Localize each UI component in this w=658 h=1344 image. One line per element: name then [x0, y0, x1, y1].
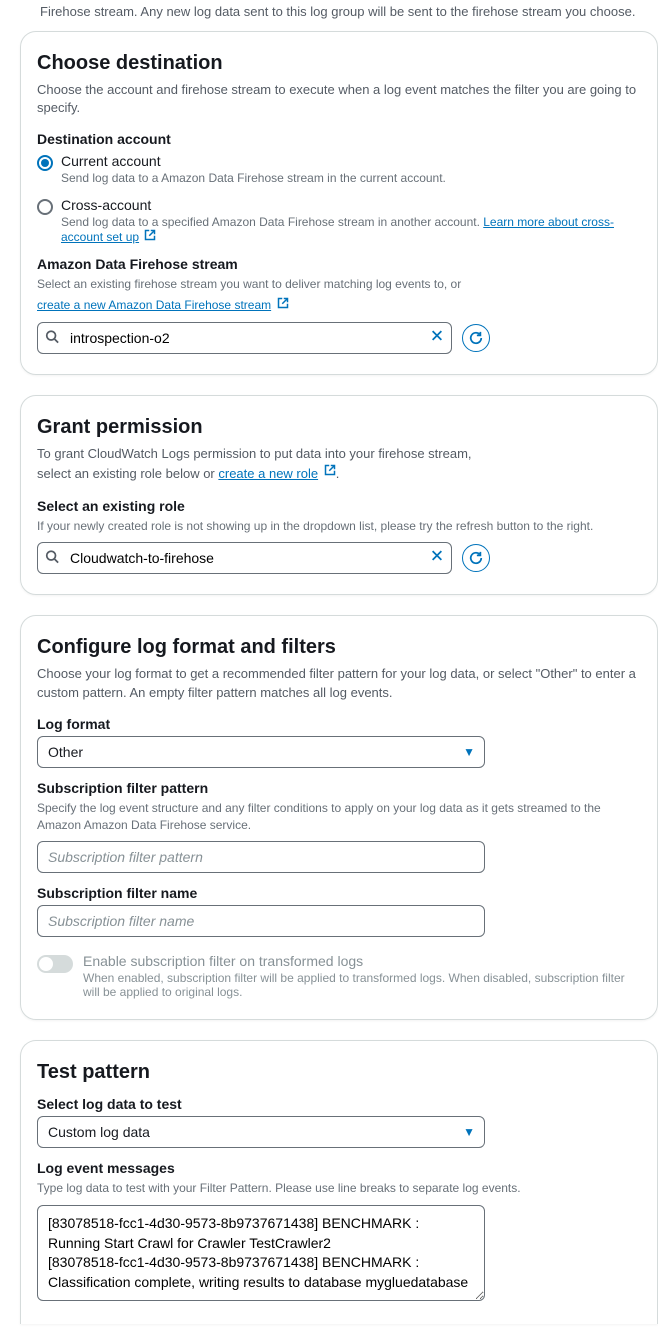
filter-pattern-hint: Specify the log event structure and any … [37, 800, 641, 834]
external-link-icon [144, 229, 156, 244]
refresh-icon [469, 551, 483, 565]
refresh-icon [469, 331, 483, 345]
configure-title: Configure log format and filters [37, 636, 641, 659]
create-firehose-stream-link[interactable]: create a new Amazon Data Firehose stream [37, 297, 271, 314]
enable-transformed-label: Enable subscription filter on transforme… [83, 953, 641, 969]
filter-name-label: Subscription filter name [37, 885, 641, 901]
enable-transformed-toggle[interactable] [37, 955, 73, 973]
radio-cross-account-label: Cross-account [61, 197, 641, 213]
select-role-label: Select an existing role [37, 498, 641, 514]
grant-permission-panel: Grant permission To grant CloudWatch Log… [20, 395, 658, 595]
log-event-messages-hint: Type log data to test with your Filter P… [37, 1180, 641, 1197]
radio-current-account-desc: Send log data to a Amazon Data Firehose … [61, 171, 446, 185]
filter-pattern-label: Subscription filter pattern [37, 780, 641, 796]
firehose-stream-label: Amazon Data Firehose stream [37, 256, 641, 272]
radio-cross-account-button[interactable] [37, 199, 53, 215]
radio-cross-account[interactable]: Cross-account Send log data to a specifi… [37, 197, 641, 244]
select-log-data-select[interactable]: Custom log data ▼ [37, 1116, 485, 1148]
clear-icon[interactable] [430, 328, 444, 347]
refresh-role-button[interactable] [462, 544, 490, 572]
log-event-messages-textarea[interactable] [37, 1205, 485, 1301]
filter-pattern-input[interactable] [37, 841, 485, 873]
select-role-hint: If your newly created role is not showin… [37, 518, 641, 535]
firehose-stream-hint: Select an existing firehose stream you w… [37, 276, 641, 314]
radio-current-account-label: Current account [61, 153, 446, 169]
chevron-down-icon: ▼ [463, 745, 475, 759]
role-input[interactable] [37, 542, 452, 574]
clear-icon[interactable] [430, 549, 444, 568]
create-new-role-link[interactable]: create a new role [218, 466, 318, 481]
destination-account-radio-group: Current account Send log data to a Amazo… [37, 153, 641, 244]
grant-permission-desc: To grant CloudWatch Logs permission to p… [37, 445, 487, 484]
enable-transformed-desc: When enabled, subscription filter will b… [83, 971, 641, 999]
test-pattern-panel: Test pattern Select log data to test Cus… [20, 1040, 658, 1324]
choose-destination-desc: Choose the account and firehose stream t… [37, 81, 641, 117]
radio-current-account-button[interactable] [37, 155, 53, 171]
destination-account-label: Destination account [37, 131, 641, 147]
external-link-icon [277, 297, 289, 314]
refresh-stream-button[interactable] [462, 324, 490, 352]
external-link-icon [324, 463, 336, 481]
log-format-label: Log format [37, 716, 641, 732]
configure-desc: Choose your log format to get a recommen… [37, 665, 641, 701]
role-input-wrapper [37, 542, 452, 574]
truncated-intro-text: Firehose stream. Any new log data sent t… [20, 0, 658, 31]
radio-current-account[interactable]: Current account Send log data to a Amazo… [37, 153, 641, 185]
select-log-data-label: Select log data to test [37, 1096, 641, 1112]
choose-destination-panel: Choose destination Choose the account an… [20, 31, 658, 375]
firehose-stream-input[interactable] [37, 322, 452, 354]
log-event-messages-label: Log event messages [37, 1160, 641, 1176]
firehose-stream-input-wrapper [37, 322, 452, 354]
chevron-down-icon: ▼ [463, 1125, 475, 1139]
radio-cross-account-desc: Send log data to a specified Amazon Data… [61, 215, 641, 244]
search-icon [45, 550, 59, 567]
choose-destination-title: Choose destination [37, 52, 641, 75]
search-icon [45, 329, 59, 346]
configure-panel: Configure log format and filters Choose … [20, 615, 658, 1020]
test-pattern-title: Test pattern [37, 1061, 641, 1084]
filter-name-input[interactable] [37, 905, 485, 937]
grant-permission-title: Grant permission [37, 416, 641, 439]
log-format-select[interactable]: Other ▼ [37, 736, 485, 768]
